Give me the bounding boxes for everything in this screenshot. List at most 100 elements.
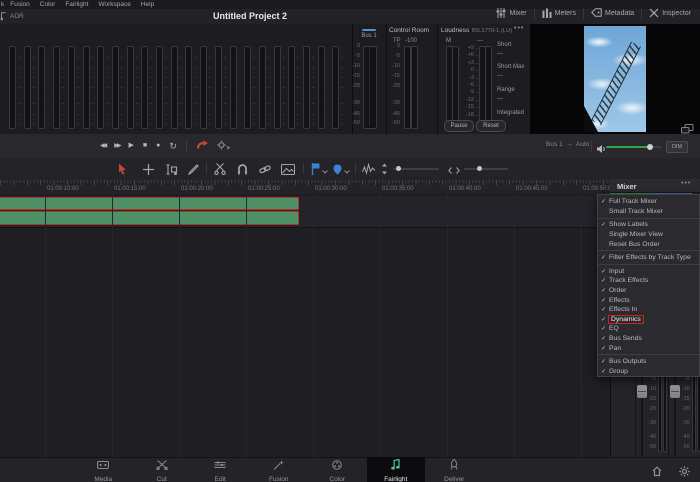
- pause-button[interactable]: Pause: [444, 120, 474, 132]
- reset-button[interactable]: Reset: [476, 120, 506, 132]
- tab-color[interactable]: Color: [308, 457, 367, 482]
- zoom-presets-icon[interactable]: [362, 162, 376, 180]
- menu-item-pan[interactable]: ✓ Pan: [598, 343, 699, 353]
- menu-item-full-track-mixer[interactable]: ✓ Full Track Mixer: [598, 197, 699, 207]
- dim-button[interactable]: DIM: [666, 141, 688, 153]
- menu-item-fairlight[interactable]: Fairlight: [65, 1, 88, 8]
- inspector-panel-button[interactable]: Inspector: [642, 8, 698, 20]
- loudness-options-icon[interactable]: •••: [514, 25, 524, 32]
- menu-item-small-track-mixer[interactable]: Small Track Mixer: [598, 207, 699, 217]
- menu-item-group[interactable]: ✓ Group: [598, 367, 699, 377]
- menu-item-single-mixer-view[interactable]: Single Mixer View: [598, 230, 699, 240]
- meters-label: Meters: [554, 10, 577, 17]
- meter-tick: [267, 77, 270, 78]
- automation-settings-icon[interactable]: [217, 137, 231, 155]
- tab-media[interactable]: Media: [74, 457, 133, 482]
- menu-item-label: EQ: [609, 325, 619, 333]
- menu-item-dynamics[interactable]: ✓ Dynamics: [598, 314, 699, 325]
- gear-icon[interactable]: [679, 464, 690, 482]
- menu-item-color[interactable]: Color: [40, 1, 56, 8]
- menu-item-reset-bus-order[interactable]: Reset Bus Order: [598, 239, 699, 249]
- loudness-meter-right-b: [485, 46, 492, 127]
- horizontal-zoom-slider[interactable]: [464, 168, 508, 170]
- tab-edit[interactable]: Edit: [191, 457, 250, 482]
- mixer-panel-button[interactable]: Mixer: [489, 7, 533, 20]
- horizontal-zoom-knob[interactable]: [477, 166, 482, 171]
- marker-dropdown-icon[interactable]: [344, 162, 350, 180]
- automation-record-icon[interactable]: [196, 137, 208, 155]
- vertical-zoom-icon[interactable]: [381, 162, 388, 180]
- fader-handle[interactable]: [670, 385, 680, 398]
- meter-tick: [209, 77, 212, 78]
- cut-page-icon: [156, 457, 168, 475]
- metadata-panel-button[interactable]: Metadata: [584, 8, 641, 19]
- menu-item-label: Full Track Mixer: [609, 198, 657, 206]
- meters-icon: [542, 8, 552, 20]
- meter-tick: [341, 57, 344, 58]
- tab-cut[interactable]: Cut: [133, 457, 192, 482]
- snap-magnet-icon[interactable]: [237, 162, 248, 180]
- menu-item-bus-sends[interactable]: ✓ Bus Sends: [598, 334, 699, 344]
- meter-tick: [91, 103, 94, 104]
- menu-item-eq[interactable]: ✓ EQ: [598, 324, 699, 334]
- monitor-volume-knob[interactable]: [647, 143, 653, 150]
- transport-controls: ◀◀ ▶▶ ▶ ■ ● ↻: [100, 134, 231, 158]
- timeline-gridline: [447, 194, 448, 457]
- meter-tick: [223, 114, 226, 115]
- menu-item-help[interactable]: Help: [141, 1, 154, 8]
- tab-fusion[interactable]: Fusion: [250, 457, 309, 482]
- link-icon[interactable]: [259, 162, 271, 180]
- menu-item-fusion[interactable]: Fusion: [10, 1, 30, 8]
- speaker-icon[interactable]: [596, 141, 607, 159]
- track-meter: [170, 46, 178, 129]
- scale-value: -6: [469, 82, 474, 88]
- meter-tick: [312, 114, 314, 115]
- pencil-tool-icon[interactable]: [187, 162, 199, 180]
- horizontal-zoom-icon[interactable]: [448, 162, 460, 180]
- menu-item-show-labels[interactable]: ✓ Show Labels: [598, 220, 699, 230]
- timecode-label: 01:00:10:00: [47, 186, 79, 192]
- menu-item-input[interactable]: ✓ Input: [598, 267, 699, 277]
- timeline-tracks[interactable]: [0, 194, 610, 457]
- tab-deliver[interactable]: Deliver: [425, 457, 484, 482]
- checkmark-icon: ✓: [600, 288, 607, 295]
- record-button[interactable]: ●: [156, 141, 160, 151]
- monitor-bus-label[interactable]: Bus 1: [546, 141, 563, 148]
- rewind-button[interactable]: ◀◀: [100, 141, 107, 151]
- meters-panel-button[interactable]: Meters: [535, 8, 583, 20]
- loop-button[interactable]: ↻: [169, 141, 177, 151]
- edit-selection-icon[interactable]: [166, 162, 178, 180]
- home-icon[interactable]: [652, 464, 662, 482]
- vertical-zoom-knob[interactable]: [396, 166, 401, 171]
- meter-tick: [194, 67, 197, 68]
- fader-handle[interactable]: [636, 385, 647, 398]
- selection-tool-icon[interactable]: [117, 162, 127, 180]
- adr-label[interactable]: ADR: [10, 13, 24, 20]
- meter-tick: [267, 103, 270, 104]
- adr-icon[interactable]: [0, 8, 6, 26]
- menu-item-bus-outputs[interactable]: ✓ Bus Outputs: [598, 357, 699, 367]
- meter-tick: [253, 123, 256, 124]
- menu-item-workspace[interactable]: Workspace: [98, 1, 130, 8]
- fast-forward-button[interactable]: ▶▶: [114, 141, 121, 151]
- play-button[interactable]: ▶: [128, 141, 133, 151]
- razor-icon[interactable]: [214, 162, 226, 180]
- flag-icon[interactable]: [311, 162, 320, 180]
- menu-item-label: Effects In: [609, 306, 638, 314]
- meter-tick: [150, 87, 153, 88]
- menu-item-effects-in[interactable]: ✓ Effects In: [598, 305, 699, 315]
- mixer-options-icon[interactable]: •••: [681, 180, 691, 187]
- stop-button[interactable]: ■: [143, 141, 147, 151]
- menu-item-effects[interactable]: ✓ Effects: [598, 295, 699, 305]
- menu-item-order[interactable]: ✓ Order: [598, 286, 699, 296]
- tab-fairlight[interactable]: Fairlight: [366, 457, 425, 482]
- monitor-mode-label[interactable]: Auto: [576, 141, 589, 148]
- flag-dropdown-icon[interactable]: [322, 162, 328, 180]
- range-selection-icon[interactable]: [143, 162, 154, 180]
- menu-item-track-effects[interactable]: ✓ Track Effects: [598, 276, 699, 286]
- menu-item-filter-effects-by-track-type[interactable]: ✓ Filter Effects by Track Type: [598, 253, 699, 263]
- meter-tick: [282, 87, 285, 88]
- menu-item-label: Order: [609, 287, 627, 295]
- thumbnail-icon[interactable]: [281, 162, 295, 180]
- marker-icon[interactable]: [333, 162, 342, 180]
